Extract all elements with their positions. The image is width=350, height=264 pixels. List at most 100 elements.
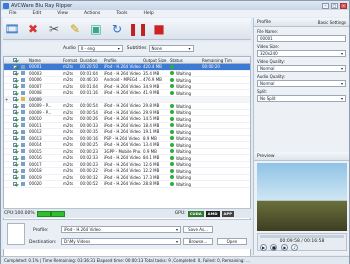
volume-button[interactable]: ♪	[291, 244, 299, 251]
col-status[interactable]: Status	[169, 58, 201, 63]
open-button[interactable]: Open	[217, 238, 247, 245]
row-checkbox[interactable]	[12, 168, 20, 174]
col-profile[interactable]: Profile	[103, 58, 142, 63]
row-checkbox[interactable]	[12, 96, 20, 102]
checkbox-icon[interactable]	[13, 77, 17, 82]
maximize-button[interactable]: □	[331, 2, 338, 9]
preview-video[interactable]	[257, 163, 347, 231]
expand-toggle[interactable]: +	[4, 97, 12, 102]
seek-bar[interactable]	[260, 235, 344, 238]
clip-button[interactable]: ✂	[45, 20, 63, 38]
save-as-button[interactable]: Save As...	[183, 226, 213, 233]
basic-settings-select[interactable]: Basic Settings	[318, 20, 346, 25]
checkbox-icon[interactable]	[13, 175, 17, 180]
cell-profile[interactable]: iPod - H.264 Video	[103, 155, 142, 160]
menu-tools[interactable]: Tools	[108, 11, 135, 16]
cell-profile[interactable]: iPod - H.264 Video	[103, 64, 142, 69]
checkbox-icon[interactable]	[13, 123, 17, 128]
field-value[interactable]: Normal ▾	[257, 80, 346, 87]
play-button[interactable]: ▶	[260, 244, 267, 251]
cell-profile[interactable]: PSP - H.264 Video	[103, 136, 142, 141]
add-file-button[interactable]: 🎞	[3, 20, 21, 38]
checkbox-icon[interactable]	[13, 142, 17, 147]
row-checkbox[interactable]	[12, 155, 20, 161]
field-value[interactable]: 320x240 ▾	[257, 50, 346, 57]
checkbox-icon[interactable]	[13, 136, 17, 141]
checkbox-icon[interactable]	[13, 103, 17, 108]
table-row[interactable]: 00020 m2ts 00:00:52 iPod - H.264 Video 28.8 …	[4, 181, 250, 188]
cell-profile[interactable]: iPod - H.264 Video	[103, 71, 142, 76]
menu-edit[interactable]: Edit	[25, 11, 50, 16]
checkbox-icon[interactable]	[13, 168, 17, 173]
checkbox-icon[interactable]	[13, 97, 17, 102]
cell-profile[interactable]: iPod - H.264 Video	[103, 142, 142, 147]
cell-profile[interactable]: iPod - H.264 Video	[103, 103, 142, 108]
cell-profile[interactable]: iPod - H.264 Video	[103, 175, 142, 180]
row-checkbox[interactable]	[12, 83, 20, 89]
col-name[interactable]: Name	[28, 58, 62, 63]
close-button[interactable]: ×	[340, 2, 347, 9]
checkbox-icon[interactable]	[13, 71, 17, 76]
col-remaining[interactable]: Remaining Tim	[201, 58, 235, 63]
minimize-button[interactable]: –	[322, 2, 329, 9]
cell-profile[interactable]: iPod - H.264 Video	[103, 84, 142, 89]
checkbox-icon[interactable]	[13, 181, 17, 186]
cell-profile[interactable]: iPod - H.264 Video	[103, 123, 142, 128]
checkbox-icon[interactable]	[13, 155, 17, 160]
subtitles-select[interactable]: None ▾	[148, 44, 194, 52]
checkbox-icon[interactable]	[13, 162, 17, 167]
checkbox-icon[interactable]	[13, 64, 17, 69]
row-checkbox[interactable]	[12, 181, 20, 187]
effect-button[interactable]: ✎	[66, 20, 84, 38]
row-checkbox[interactable]	[12, 103, 20, 109]
field-value[interactable]: Normal ▾	[257, 65, 346, 72]
row-checkbox[interactable]	[12, 122, 20, 128]
cell-profile[interactable]: iPod - H.264 Video	[103, 90, 142, 95]
menu-view[interactable]: View	[49, 11, 76, 16]
checkbox-icon[interactable]	[13, 110, 17, 115]
cell-profile[interactable]: iPod - H.264 Video	[103, 168, 142, 173]
checkbox-icon[interactable]	[13, 90, 17, 95]
col-format[interactable]: Format	[62, 58, 79, 63]
row-checkbox[interactable]	[12, 77, 20, 83]
row-checkbox[interactable]	[12, 70, 20, 76]
row-checkbox[interactable]	[12, 129, 20, 135]
row-checkbox[interactable]	[12, 109, 20, 115]
row-checkbox[interactable]	[12, 64, 20, 70]
row-checkbox[interactable]	[12, 148, 20, 154]
cell-profile[interactable]: iPod - H.264 Video	[103, 110, 142, 115]
col-output-size[interactable]: Output Size	[142, 58, 169, 63]
col-duration[interactable]: Duration	[79, 58, 103, 63]
row-checkbox[interactable]	[12, 135, 20, 141]
row-checkbox[interactable]	[12, 116, 20, 122]
stop-button[interactable]: ■	[270, 244, 278, 251]
cell-profile[interactable]: 3GPP - Mobile Pho...	[103, 149, 142, 154]
checkbox-icon[interactable]	[13, 149, 17, 154]
menu-file[interactable]: File	[1, 11, 25, 16]
merge-button[interactable]: ▣	[87, 20, 105, 38]
pause-button[interactable]: ❚❚	[128, 20, 148, 38]
remove-button[interactable]: ✖	[24, 20, 42, 38]
stop-button[interactable]: ■	[150, 20, 168, 38]
field-value[interactable]: No Split ▾	[257, 95, 346, 102]
row-checkbox[interactable]	[12, 161, 20, 167]
start-button[interactable]: ↻	[108, 20, 126, 38]
checkbox-icon[interactable]	[13, 129, 17, 134]
snapshot-button[interactable]: ◉	[280, 244, 288, 251]
cell-profile[interactable]: iPod - H.264 Video	[103, 181, 142, 186]
checkbox-icon[interactable]	[13, 84, 17, 89]
menu-help[interactable]: Help	[135, 11, 161, 16]
profile-select[interactable]: iPod - H.264 Video ▾	[61, 226, 181, 233]
browse-button[interactable]: Browse...	[183, 238, 213, 245]
cell-profile[interactable]: Android - MPEG4 ...	[103, 77, 142, 82]
field-value[interactable]: 00001	[257, 35, 346, 42]
destination-input[interactable]: D:\My Videos ▾	[61, 238, 181, 245]
menu-actions[interactable]: Actions	[76, 11, 108, 16]
row-checkbox[interactable]	[12, 90, 20, 96]
checkbox-icon[interactable]	[13, 116, 17, 121]
row-checkbox[interactable]	[12, 142, 20, 148]
cell-profile[interactable]: iPod - H.264 Video	[103, 162, 142, 167]
audio-select[interactable]: 0 - eng ▾	[77, 44, 123, 52]
row-checkbox[interactable]	[12, 174, 20, 180]
cell-profile[interactable]: iPod - H.264 Video	[103, 116, 142, 121]
